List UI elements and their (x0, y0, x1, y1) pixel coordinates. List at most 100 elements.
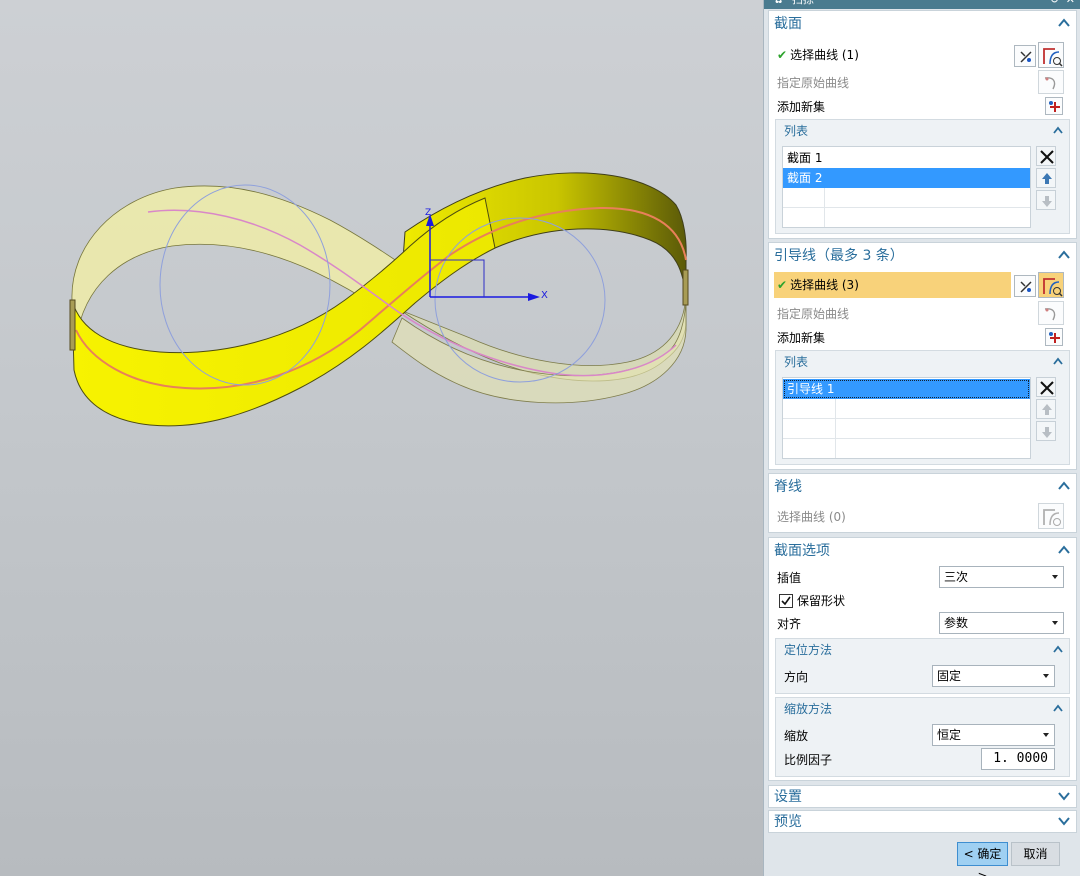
chevron-up-icon[interactable] (1053, 357, 1063, 365)
guide-select-curve[interactable]: ✔ 选择曲线 (3) (777, 278, 859, 292)
guide-list-title: 列表 (784, 355, 809, 369)
guide-select-row[interactable]: ✔ 选择曲线 (3) (774, 272, 1011, 298)
section-options-header[interactable]: 截面选项 (769, 538, 1076, 564)
move-down-button[interactable] (1036, 190, 1056, 210)
alignment-value: 参数 (944, 616, 969, 630)
preview-group-header[interactable]: 预览 (768, 810, 1077, 833)
add-set-icon (1049, 332, 1060, 343)
remove-button[interactable] (1036, 146, 1056, 166)
chevron-down-icon[interactable] (1058, 816, 1070, 826)
guide-specify-origin[interactable]: 指定原始曲线 (777, 307, 849, 321)
move-up-button[interactable] (1036, 399, 1056, 419)
graphics-viewport[interactable]: X Z (0, 0, 763, 876)
spine-group-title: 脊线 (774, 479, 802, 495)
list-item[interactable]: 引导线 1 (783, 379, 1030, 399)
select-curve-button[interactable] (1038, 503, 1064, 529)
scale-factor-input[interactable]: 1. 0000 (981, 748, 1055, 770)
curve-rule-button[interactable] (1014, 45, 1036, 67)
spine-select-curve[interactable]: 选择曲线 (0) (777, 510, 846, 524)
section-select-curve[interactable]: ✔ 选择曲线 (1) (777, 48, 859, 62)
reset-icon[interactable]: ↻ (1050, 0, 1059, 6)
scaling-select[interactable]: 恒定 (932, 724, 1055, 746)
curve-rule-button[interactable] (1014, 275, 1036, 297)
chevron-up-icon[interactable] (1058, 481, 1070, 491)
move-down-button[interactable] (1036, 421, 1056, 441)
add-new-set-button[interactable] (1045, 97, 1063, 115)
section-add-new-set: 添加新集 (777, 100, 826, 114)
curve-select-icon (1043, 48, 1063, 67)
guide-group-header[interactable]: 引导线（最多 3 条） (769, 243, 1076, 269)
select-curve-button[interactable] (1038, 272, 1064, 298)
section-group-title: 截面 (774, 16, 802, 32)
orientation-select[interactable]: 固定 (932, 665, 1055, 687)
chevron-up-icon[interactable] (1058, 545, 1070, 555)
guide-group-title: 引导线（最多 3 条） (774, 248, 904, 264)
ok-button[interactable]: < 确定 > (957, 842, 1008, 876)
remove-button[interactable] (1036, 377, 1056, 397)
list-item[interactable]: 截面 2 (783, 168, 1030, 188)
arrow-down-icon (1042, 196, 1052, 207)
chevron-up-icon[interactable] (1053, 704, 1063, 712)
chevron-up-icon[interactable] (1053, 645, 1063, 653)
spine-group-header[interactable]: 脊线 (769, 474, 1076, 500)
section-group-header[interactable]: 截面 (769, 11, 1076, 37)
checkmark-icon (781, 596, 791, 606)
alignment-select[interactable]: 参数 (939, 612, 1064, 634)
curve-rule-icon (1020, 281, 1032, 293)
origin-curve-button[interactable] (1038, 70, 1064, 94)
guide-group: 引导线（最多 3 条） ✔ 选择曲线 (3) 指定原始曲线 添加新集 列表 引导线… (768, 242, 1077, 470)
close-icon[interactable]: ✕ (1066, 0, 1075, 6)
origin-curve-icon (1044, 77, 1056, 90)
chevron-down-icon[interactable] (1058, 791, 1070, 801)
axis-x-label: X (541, 290, 548, 301)
chevron-up-icon[interactable] (1058, 250, 1070, 260)
select-curve-button[interactable] (1038, 42, 1064, 68)
end-marker-right (682, 269, 689, 306)
dropdown-arrow-icon (1043, 733, 1049, 737)
preview-title: 预览 (774, 814, 802, 830)
add-set-icon (1049, 101, 1060, 112)
scaling-value: 恒定 (937, 728, 962, 742)
dialog-titlebar: ✿ 扫掠 ↻ ✕ (764, 0, 1080, 9)
section-list: 截面 1 截面 2 (782, 146, 1031, 228)
section-list-group: 列表 截面 1 截面 2 (775, 119, 1070, 234)
guide-list: 引导线 1 (782, 377, 1031, 459)
orientation-group: 定位方法 方向 固定 (775, 638, 1070, 694)
cancel-button[interactable]: 取消 (1011, 842, 1060, 866)
dropdown-arrow-icon (1043, 674, 1049, 678)
dropdown-arrow-icon (1052, 621, 1058, 625)
sweep-surface-model[interactable] (0, 0, 763, 876)
sweep-dialog: ✿ 扫掠 ↻ ✕ 截面 ✔选择曲线 (1) 指定原始曲线 添加新集 列表 (763, 0, 1080, 876)
list-gridline (835, 399, 836, 458)
close-icon (1040, 381, 1054, 395)
move-up-button[interactable] (1036, 168, 1056, 188)
dialog-title: 扫掠 (792, 0, 814, 6)
section-options-group: 截面选项 插值 三次 保留形状 对齐 参数 定位方法 方向 固定 缩放方法 缩放 (768, 537, 1077, 781)
guide-add-new-set: 添加新集 (777, 331, 826, 345)
axis-z-label: Z (425, 208, 432, 218)
arrow-down-icon (1042, 427, 1052, 438)
orientation-label: 方向 (784, 670, 809, 684)
close-icon (1040, 150, 1054, 164)
interpolation-label: 插值 (777, 571, 802, 585)
arrow-up-icon (1042, 404, 1052, 415)
keep-shape-checkbox[interactable] (779, 594, 793, 608)
interpolation-select[interactable]: 三次 (939, 566, 1064, 588)
section-options-title: 截面选项 (774, 543, 830, 559)
chevron-up-icon[interactable] (1058, 18, 1070, 28)
scaling-label: 缩放 (784, 729, 809, 743)
settings-group-header[interactable]: 设置 (768, 785, 1077, 808)
chevron-up-icon[interactable] (1053, 126, 1063, 134)
orientation-title: 定位方法 (784, 643, 833, 657)
scaling-title: 缩放方法 (784, 702, 833, 716)
add-new-set-button[interactable] (1045, 328, 1063, 346)
section-specify-origin[interactable]: 指定原始曲线 (777, 76, 849, 90)
settings-title: 设置 (774, 789, 802, 805)
curve-rule-icon (1020, 51, 1032, 63)
alignment-label: 对齐 (777, 617, 802, 631)
gear-icon[interactable]: ✿ (774, 0, 783, 6)
list-gridline (783, 418, 1030, 419)
arrow-up-icon (1042, 173, 1052, 184)
list-item[interactable]: 截面 1 (783, 148, 1030, 168)
origin-curve-button[interactable] (1038, 301, 1064, 325)
